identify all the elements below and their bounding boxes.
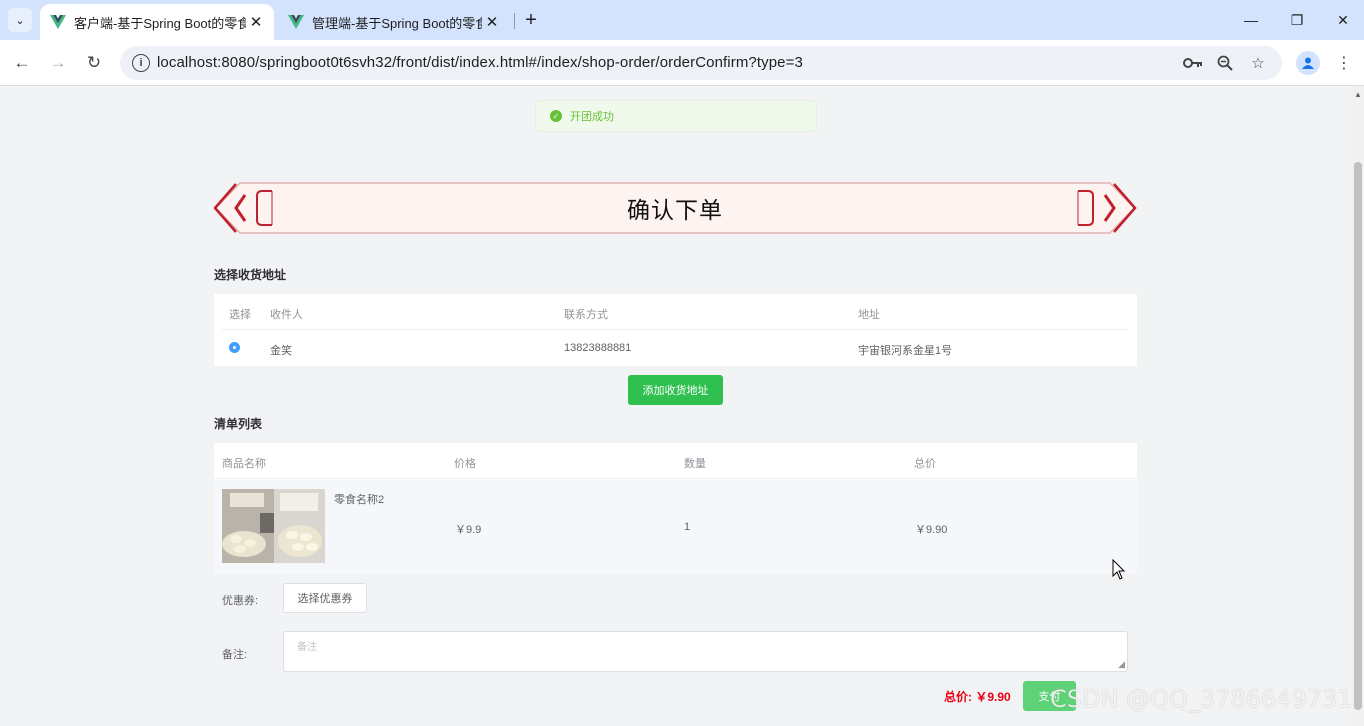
tab-separator [514,13,515,29]
recipient-address: 宇宙银河系金星1号 [858,345,953,357]
recipient-name: 金笑 [270,345,292,357]
item-section-title: 清单列表 [214,417,263,431]
product-total: ￥9.90 [915,524,948,536]
add-address-button[interactable]: 添加收货地址 [628,375,723,405]
table-row: 零食名称2 ￥9.9 1 ￥9.90 [214,480,1137,574]
minimize-icon[interactable]: — [1236,8,1266,32]
password-key-icon[interactable] [1182,53,1204,73]
browser-toolbar: ← → ↻ i localhost:8080/springboot0t6svh3… [0,40,1364,86]
coupon-label: 优惠券: [222,595,259,607]
address-radio[interactable] [229,342,240,353]
scroll-thumb[interactable] [1354,162,1362,710]
success-toast: ✓ 开团成功 [535,100,817,132]
column-header: 总价 [914,458,936,470]
recipient-phone: 13823888881 [564,342,632,354]
scroll-up-arrow-icon[interactable]: ▲ [1352,90,1364,100]
product-name: 零食名称2 [334,494,385,506]
bookmark-star-icon[interactable]: ☆ [1247,53,1269,73]
browser-menu-icon[interactable]: ⋮ [1334,51,1354,75]
tab-close-icon[interactable]: ✕ [246,12,266,32]
restore-icon[interactable]: ❐ [1282,8,1312,32]
column-header: 商品名称 [222,458,266,470]
column-header: 地址 [858,309,880,321]
window-close-icon[interactable]: ✕ [1328,8,1358,32]
resize-grip-icon[interactable]: ◢ [1118,659,1125,670]
toast-message: 开团成功 [570,111,614,123]
tab-admin[interactable]: 管理端-基于Spring Boot的零食 ✕ [278,4,510,40]
vue-logo-icon [288,15,304,29]
column-header: 数量 [684,458,706,470]
address-table: 选择 收件人 联系方式 地址 金笑 13823888881 宇宙银河系金星1号 [214,294,1137,366]
page-scrollbar[interactable]: ▲ [1352,86,1364,726]
site-info-icon[interactable]: i [132,54,150,72]
mouse-cursor-icon [1112,559,1126,580]
select-coupon-button[interactable]: 选择优惠券 [283,583,367,613]
tab-title: 管理端-基于Spring Boot的零食 [312,15,482,31]
tab-close-icon[interactable]: ✕ [482,12,502,32]
order-total: 总价: ￥9.90 [944,690,1011,704]
remark-placeholder: 备注 [297,642,317,653]
column-header: 选择 [229,309,251,321]
reload-icon[interactable]: ↻ [82,51,106,75]
tab-search-chevron-icon[interactable]: ⌄ [8,8,32,32]
column-header: 价格 [454,458,476,470]
remark-textarea[interactable]: 备注 ◢ [283,631,1128,672]
address-table-header: 选择 收件人 联系方式 地址 [222,294,1128,330]
product-price: ￥9.9 [455,524,482,536]
item-table-header: 商品名称 价格 数量 总价 [214,443,1137,479]
page-title: 确认下单 [627,197,723,223]
product-image[interactable] [222,489,325,563]
product-quantity: 1 [684,521,691,533]
page-title-banner: 确认下单 [212,181,1138,235]
item-table: 商品名称 价格 数量 总价 零食名称2 ￥9.9 1 ￥9.90 [214,443,1137,574]
tab-client[interactable]: 客户端-基于Spring Boot的零食 ✕ [40,4,274,40]
csdn-watermark: CSDN @QQ_3786649731 [1050,685,1353,713]
forward-arrow-icon[interactable]: → [46,51,70,75]
url-text[interactable]: localhost:8080/springboot0t6svh32/front/… [157,54,803,71]
browser-tab-bar: ⌄ 客户端-基于Spring Boot的零食 ✕ 管理端-基于Spring Bo… [0,0,1364,40]
tab-title: 客户端-基于Spring Boot的零食 [74,15,246,31]
back-arrow-icon[interactable]: ← [10,51,34,75]
remark-label: 备注: [222,649,248,661]
new-tab-plus-icon[interactable]: + [520,8,542,32]
success-check-icon: ✓ [550,110,562,122]
vue-logo-icon [50,15,66,29]
zoom-icon[interactable] [1214,53,1236,73]
profile-avatar-icon[interactable] [1296,51,1320,75]
column-header: 联系方式 [564,309,608,321]
address-section-title: 选择收货地址 [214,268,287,282]
address-bar[interactable]: i localhost:8080/springboot0t6svh32/fron… [120,46,1282,80]
column-header: 收件人 [270,309,303,321]
